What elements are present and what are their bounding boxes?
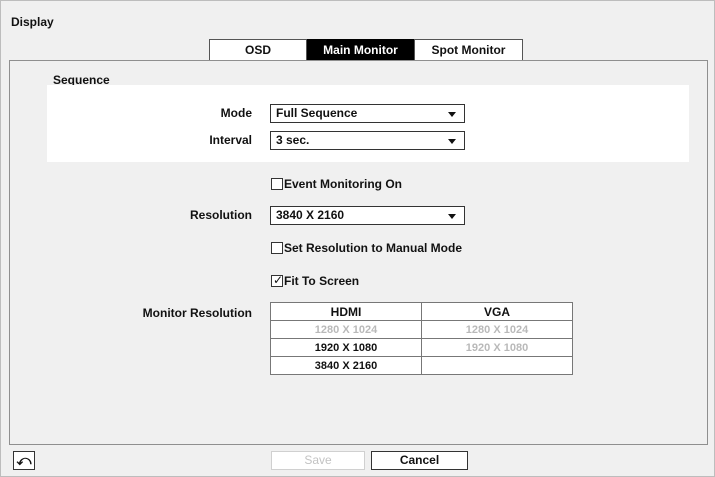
tab-osd[interactable]: OSD [209,39,307,61]
interval-value: 3 sec. [276,133,310,147]
manual-mode-label: Set Resolution to Manual Mode [284,241,463,255]
tab-bar: OSD Main Monitor Spot Monitor [209,39,523,61]
table-row: 1280 X 1024 1280 X 1024 [270,320,573,339]
fit-to-screen-label: Fit To Screen [284,274,360,288]
event-monitoring-label: Event Monitoring On [284,177,402,191]
hdmi-cell[interactable]: 1280 X 1024 [270,320,422,339]
column-header-hdmi: HDMI [270,302,422,321]
chevron-down-icon [448,139,456,144]
interval-select[interactable]: 3 sec. [270,131,465,150]
main-monitor-panel: Sequence Mode Full Sequence Interval 3 s… [9,60,708,445]
window-title: Display [11,15,54,29]
interval-label: Interval [209,133,252,147]
cancel-button[interactable]: Cancel [371,451,468,470]
vga-cell[interactable]: 1280 X 1024 [421,320,573,339]
mode-value: Full Sequence [276,106,358,120]
event-monitoring-row: Event Monitoring On [271,177,402,191]
manual-mode-row: Set Resolution to Manual Mode [271,241,462,255]
hdmi-cell[interactable]: 1920 X 1080 [270,338,422,357]
resolution-select[interactable]: 3840 X 2160 [270,206,465,225]
fit-to-screen-row: ✓ Fit To Screen [271,274,359,288]
chevron-down-icon [448,112,456,117]
table-header-row: HDMI VGA [270,302,573,321]
tab-spot-monitor[interactable]: Spot Monitor [414,39,523,61]
table-row: 3840 X 2160 [270,356,573,375]
mode-label: Mode [220,106,252,120]
fit-to-screen-checkbox[interactable]: ✓ [271,273,284,287]
hdmi-cell[interactable]: 3840 X 2160 [270,356,422,375]
event-monitoring-checkbox[interactable] [271,178,283,190]
resolution-label: Resolution [190,208,252,222]
mode-select[interactable]: Full Sequence [270,104,465,123]
tab-main-monitor[interactable]: Main Monitor [307,39,414,61]
vga-cell[interactable]: 1920 X 1080 [421,338,573,357]
vga-cell[interactable] [421,356,573,375]
back-button[interactable]: ⤺ [13,451,35,470]
display-dialog: Display OSD Main Monitor Spot Monitor Se… [0,0,715,477]
chevron-down-icon [448,214,456,219]
monitor-resolution-label: Monitor Resolution [142,306,252,320]
monitor-resolution-table: HDMI VGA 1280 X 1024 1280 X 1024 1920 X … [270,302,573,375]
checkmark-icon: ✓ [273,273,284,287]
resolution-value: 3840 X 2160 [276,208,345,222]
table-row: 1920 X 1080 1920 X 1080 [270,338,573,357]
undo-arrow-icon: ⤺ [16,452,32,468]
column-header-vga: VGA [421,302,573,321]
manual-mode-checkbox[interactable] [271,242,283,254]
sequence-group [47,85,689,162]
save-button[interactable]: Save [271,451,365,470]
